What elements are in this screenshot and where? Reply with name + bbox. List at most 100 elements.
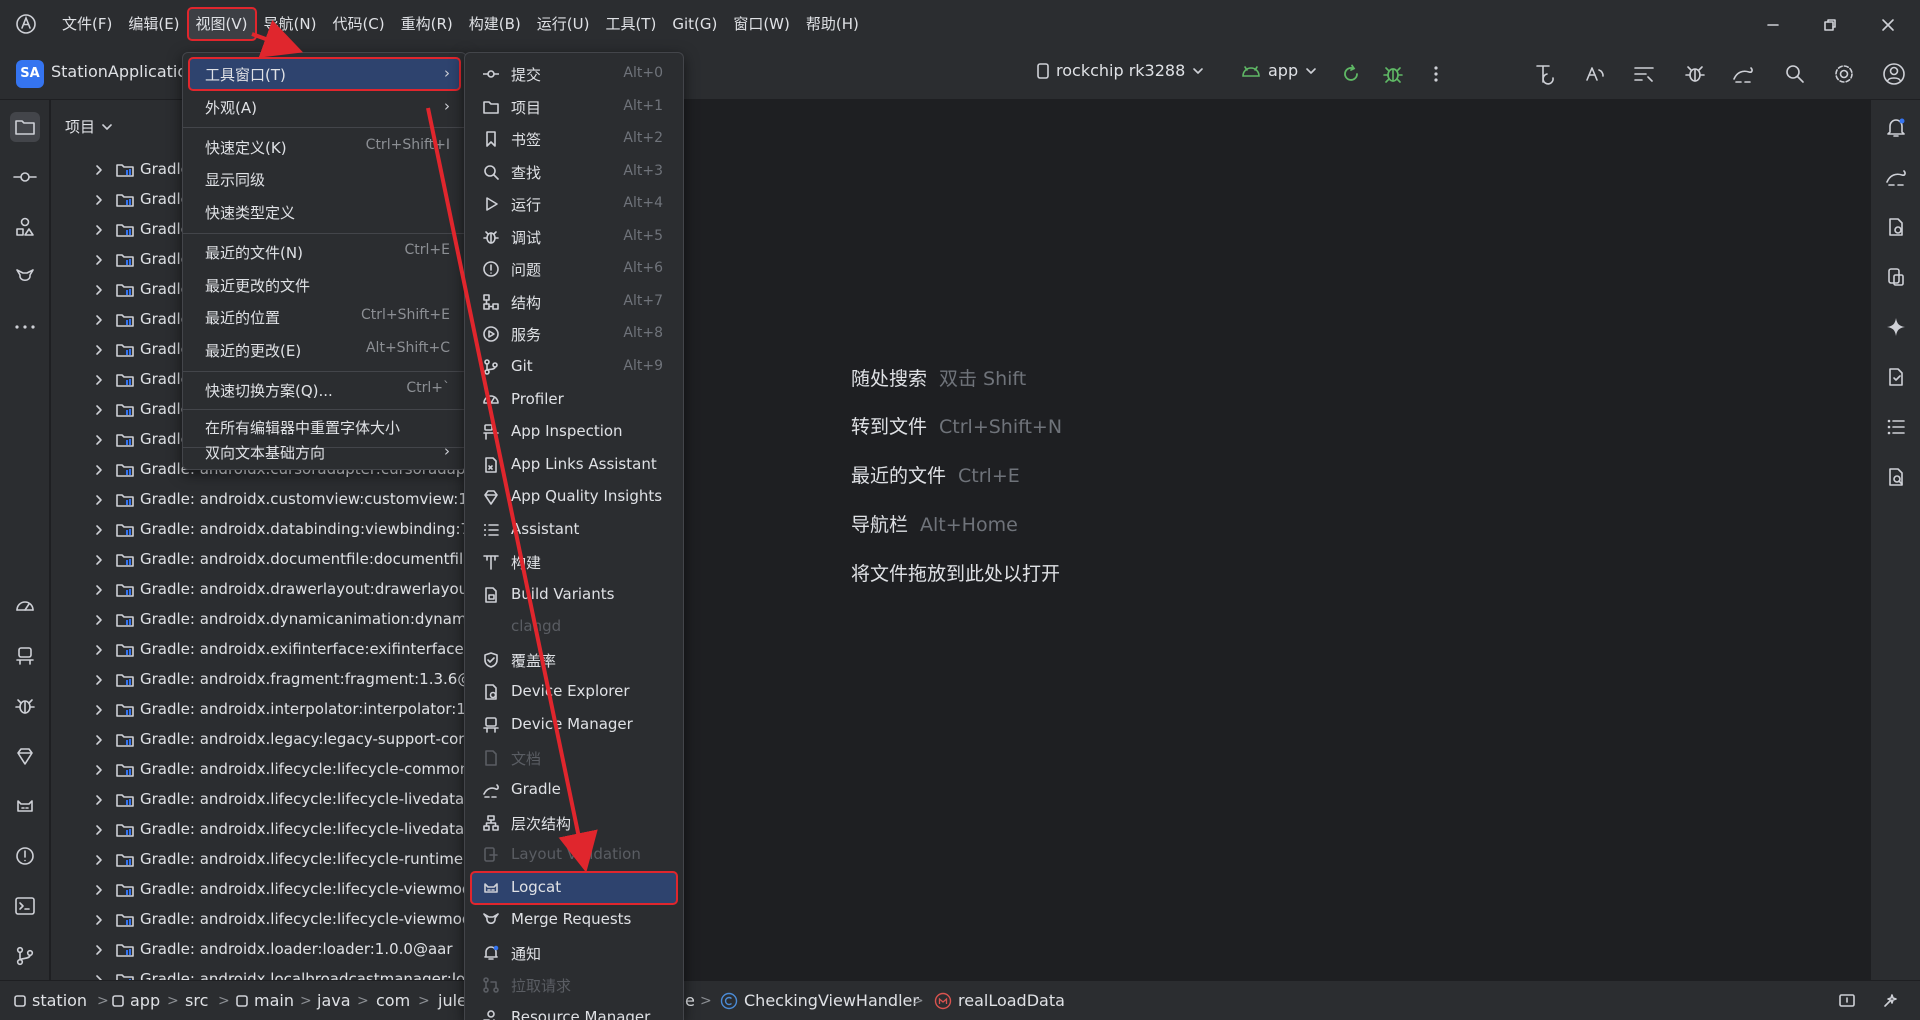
chevron-right-icon[interactable] (93, 524, 105, 536)
tool-window-search[interactable]: 查找 Alt+3 (471, 156, 677, 188)
view-menu-quick-switch-scheme[interactable]: 快速切换方案(Q)... Ctrl+` (189, 374, 460, 406)
project-badge[interactable]: SA (16, 60, 44, 88)
chevron-right-icon[interactable] (93, 914, 105, 926)
menu-build[interactable]: 构建(B) (461, 8, 529, 40)
debug-icon[interactable] (1380, 61, 1406, 87)
commit-tool-icon[interactable] (10, 162, 40, 192)
minimize-icon[interactable] (1758, 10, 1788, 40)
tool-window-hierarchy[interactable]: 层次结构 (471, 807, 677, 839)
project-tool-icon[interactable] (10, 112, 40, 142)
menu-view[interactable]: 视图(V) (186, 7, 257, 41)
menu-window[interactable]: 窗口(W) (725, 8, 798, 40)
view-menu-show-siblings[interactable]: 显示同级 (189, 163, 460, 195)
tree-row[interactable]: Gradle: androidx.localbroadcastmanager:l… (51, 965, 471, 980)
tool-window-notifications[interactable]: 通知 (471, 937, 677, 969)
bug-settings-icon[interactable] (1682, 61, 1708, 87)
chevron-right-icon[interactable] (93, 494, 105, 506)
tool-window-commit[interactable]: 提交 Alt+0 (471, 58, 677, 90)
close-icon[interactable] (1873, 10, 1903, 40)
view-menu-bidi-direction[interactable]: 双向文本基础方向 › (189, 436, 460, 468)
view-menu-quick-definition[interactable]: 快速定义(K) Ctrl+Shift+I (189, 131, 460, 163)
tree-row[interactable]: Gradle: androidx.lifecycle:lifecycle-vie… (51, 875, 471, 905)
chevron-right-icon[interactable] (93, 704, 105, 716)
chevron-right-icon[interactable] (93, 644, 105, 656)
breadcrumb-main[interactable]: main (236, 991, 294, 1010)
chevron-right-icon[interactable] (93, 194, 105, 206)
layout-inspector-icon[interactable] (1631, 61, 1657, 87)
device-explorer-tool-icon[interactable] (1881, 212, 1911, 242)
running-devices-tool-icon[interactable] (1881, 262, 1911, 292)
breadcrumb-java[interactable]: java (317, 991, 351, 1010)
tool-window-folder[interactable]: 项目 Alt+1 (471, 91, 677, 123)
chevron-right-icon[interactable] (93, 404, 105, 416)
breadcrumb-package-tail[interactable]: e (685, 991, 695, 1010)
chevron-right-icon[interactable] (93, 164, 105, 176)
chevron-right-icon[interactable] (93, 374, 105, 386)
project-view-selector[interactable]: 项目 (65, 116, 113, 137)
chevron-right-icon[interactable] (93, 554, 105, 566)
merge-requests-tool-icon[interactable] (10, 262, 40, 292)
ai-assist-icon[interactable] (1881, 992, 1899, 1010)
tool-window-merge-requests[interactable]: Merge Requests (471, 904, 677, 936)
view-menu-recent-files[interactable]: 最近的文件(N) Ctrl+E (189, 236, 460, 268)
chevron-right-icon[interactable] (93, 614, 105, 626)
tool-window-bookmark[interactable]: 书签 Alt+2 (471, 123, 677, 155)
breadcrumb-app[interactable]: app (112, 991, 160, 1010)
tree-row[interactable]: Gradle: androidx.databinding:viewbinding… (51, 515, 471, 545)
breadcrumb-method[interactable]: realLoadData (934, 991, 1065, 1010)
tree-row[interactable]: Gradle: androidx.loader:loader:1.0.0@aar (51, 935, 471, 965)
version-control-tool-icon[interactable] (10, 941, 40, 971)
menu-file[interactable]: 文件(F) (54, 8, 120, 40)
tool-window-services[interactable]: 服务 Alt+8 (471, 318, 677, 350)
breadcrumb-class[interactable]: CheckingViewHandler (720, 991, 919, 1010)
run-config-selector[interactable]: app (1240, 61, 1318, 80)
tree-row[interactable]: Gradle: androidx.interpolator:interpolat… (51, 695, 471, 725)
breadcrumb-com[interactable]: com (376, 991, 410, 1010)
chevron-right-icon[interactable] (93, 344, 105, 356)
chevron-right-icon[interactable] (93, 944, 105, 956)
menu-run[interactable]: 运行(U) (529, 8, 598, 40)
chevron-right-icon[interactable] (93, 884, 105, 896)
chevron-right-icon[interactable] (93, 794, 105, 806)
hint-goto-file[interactable]: 转到文件 Ctrl+Shift+N (851, 412, 1062, 439)
app-quality-insights-tool-icon[interactable] (10, 741, 40, 771)
view-menu-recent-locations[interactable]: 最近的位置 Ctrl+Shift+E (189, 301, 460, 333)
android-studio-logo-icon[interactable] (14, 12, 38, 36)
tool-window-problems[interactable]: 问题 Alt+6 (471, 253, 677, 285)
menu-refactor[interactable]: 重构(R) (393, 8, 461, 40)
view-menu-recent-changes[interactable]: 最近的更改(E) Alt+Shift+C (189, 334, 460, 366)
chevron-right-icon[interactable] (93, 284, 105, 296)
status-message-icon[interactable] (1838, 992, 1856, 1010)
chevron-right-icon[interactable] (93, 824, 105, 836)
device-manager-tool-icon[interactable] (10, 641, 40, 671)
structure-list-icon[interactable] (1881, 412, 1911, 442)
hint-search-everywhere[interactable]: 随处搜索 双击 Shift (851, 364, 1026, 391)
view-menu-quick-type-definition[interactable]: 快速类型定义 (189, 196, 460, 228)
tool-window-git[interactable]: Git Alt+9 (471, 351, 677, 383)
project-name[interactable]: StationApplication (51, 62, 197, 81)
tree-row[interactable]: Gradle: androidx.fragment:fragment:1.3.6… (51, 665, 471, 695)
apply-changes-icon[interactable] (1338, 61, 1364, 87)
search-icon[interactable] (1782, 61, 1808, 87)
tree-row[interactable]: Gradle: androidx.lifecycle:lifecycle-vie… (51, 905, 471, 935)
device-file-icon[interactable] (1881, 362, 1911, 392)
tree-row[interactable]: Gradle: androidx.customview:customview:1… (51, 485, 471, 515)
chevron-right-icon[interactable] (93, 224, 105, 236)
problems-tool-icon[interactable] (10, 841, 40, 871)
account-icon[interactable] (1881, 61, 1907, 87)
chevron-right-icon[interactable] (93, 734, 105, 746)
chevron-right-icon[interactable] (93, 434, 105, 446)
breadcrumb-station[interactable]: station (14, 991, 87, 1010)
breadcrumb-jule[interactable]: jule (438, 991, 467, 1010)
hint-navigation-bar[interactable]: 导航栏 Alt+Home (851, 510, 1018, 537)
translate-icon[interactable] (1582, 61, 1608, 87)
chevron-right-icon[interactable] (93, 854, 105, 866)
tree-row[interactable]: Gradle: androidx.exifinterface:exifinter… (51, 635, 471, 665)
notifications-icon[interactable] (1881, 112, 1911, 142)
view-menu-tool-windows[interactable]: 工具窗口(T) › (188, 57, 461, 91)
tool-window-gradle[interactable]: Gradle (471, 774, 677, 806)
view-menu-appearance[interactable]: 外观(A) › (189, 91, 460, 123)
tool-window-assistant[interactable]: Assistant (471, 514, 677, 546)
terminal-tool-icon[interactable] (10, 891, 40, 921)
settings-gear-icon[interactable] (1831, 61, 1857, 87)
